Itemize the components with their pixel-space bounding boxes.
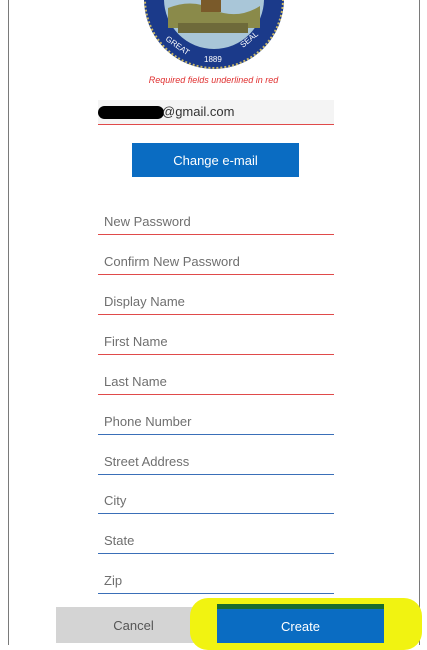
page-border-left bbox=[8, 0, 9, 645]
state-seal-icon: GREAT 1889 SEAL bbox=[144, 0, 284, 69]
city-field[interactable]: City bbox=[98, 487, 334, 514]
email-display: @gmail.com bbox=[98, 100, 334, 125]
email-domain-text: @gmail.com bbox=[162, 104, 235, 119]
email-redaction bbox=[98, 106, 164, 119]
city-placeholder: City bbox=[104, 493, 127, 508]
street-address-field[interactable]: Street Address bbox=[98, 448, 334, 475]
zip-placeholder: Zip bbox=[104, 573, 123, 588]
last-name-field[interactable]: Last Name bbox=[98, 368, 334, 395]
new-password-placeholder: New Password bbox=[104, 214, 191, 229]
confirm-password-placeholder: Confirm New Password bbox=[104, 254, 240, 269]
confirm-password-field[interactable]: Confirm New Password bbox=[98, 248, 334, 275]
state-placeholder: State bbox=[104, 533, 135, 548]
required-fields-note: Required fields underlined in red bbox=[148, 75, 279, 85]
first-name-field[interactable]: First Name bbox=[98, 328, 334, 355]
seal-text-year: 1889 bbox=[204, 55, 222, 64]
cancel-button[interactable]: Cancel bbox=[56, 607, 211, 643]
phone-number-placeholder: Phone Number bbox=[104, 414, 192, 429]
street-address-placeholder: Street Address bbox=[104, 454, 190, 469]
state-field[interactable]: State bbox=[98, 527, 334, 554]
zip-field[interactable]: Zip bbox=[98, 567, 334, 594]
last-name-placeholder: Last Name bbox=[104, 374, 167, 389]
change-email-button[interactable]: Change e-mail bbox=[132, 143, 299, 177]
registration-form-page: GREAT 1889 SEAL Required fields underlin… bbox=[0, 0, 427, 650]
first-name-placeholder: First Name bbox=[104, 334, 168, 349]
new-password-field[interactable]: New Password bbox=[98, 208, 334, 235]
create-button[interactable]: Create bbox=[217, 609, 384, 643]
display-name-field[interactable]: Display Name bbox=[98, 288, 334, 315]
display-name-placeholder: Display Name bbox=[104, 294, 185, 309]
phone-number-field[interactable]: Phone Number bbox=[98, 408, 334, 435]
page-border-right bbox=[419, 0, 420, 645]
